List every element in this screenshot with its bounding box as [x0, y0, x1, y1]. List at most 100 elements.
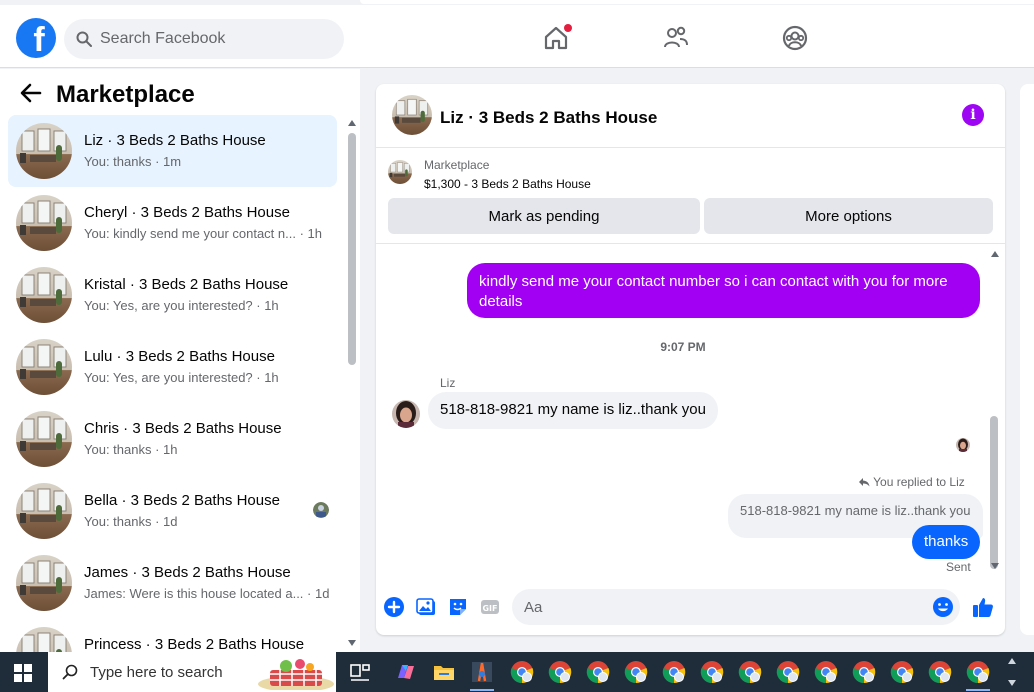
conversation-name: James · 3 Beds 2 Baths House — [84, 564, 291, 581]
conversation-item[interactable]: James · 3 Beds 2 Baths House James: Were… — [8, 547, 337, 619]
windows-start-icon[interactable] — [14, 664, 32, 682]
scroll-up-arrow-icon[interactable] — [991, 251, 999, 257]
conversation-preview: You: thanks · 1m — [84, 154, 182, 169]
sender-name: Liz — [440, 376, 456, 390]
taskbar-search-input[interactable] — [90, 663, 250, 681]
conversation-preview: You: thanks · 1h — [84, 442, 178, 457]
message-timestamp: 9:07 PM — [660, 340, 706, 354]
conversation-name: Cheryl · 3 Beds 2 Baths House — [84, 204, 290, 221]
message-input[interactable] — [512, 589, 960, 625]
pinned-app-icon[interactable] — [470, 660, 494, 684]
listing-thumbnail — [16, 123, 72, 179]
chrome-icon[interactable] — [662, 660, 686, 684]
task-view-icon[interactable] — [348, 660, 372, 684]
logo-letter: f — [33, 21, 45, 58]
conversation-name: Chris · 3 Beds 2 Baths House — [84, 420, 282, 437]
browser-edge-pill — [360, 0, 1034, 4]
chrome-icon[interactable] — [852, 660, 876, 684]
listing-banner: Marketplace $1,300 - 3 Beds 2 Baths Hous… — [376, 148, 1005, 244]
chat-avatar[interactable] — [392, 95, 432, 135]
back-arrow-icon[interactable] — [20, 83, 42, 103]
search-box[interactable] — [64, 19, 344, 59]
taskbar-scroll-up-icon[interactable] — [1008, 658, 1016, 664]
chrome-icon[interactable] — [624, 660, 648, 684]
message-thread: kindly send me your contact number so i … — [376, 245, 1005, 580]
reply-arrow-icon — [859, 478, 870, 487]
conversation-item[interactable]: Cheryl · 3 Beds 2 Baths House You: kindl… — [8, 187, 337, 259]
chrome-icon[interactable] — [776, 660, 800, 684]
more-options-button[interactable]: More options — [704, 198, 993, 234]
search-highlight-picnic-icon — [258, 659, 334, 690]
active-app-indicator — [470, 689, 494, 691]
conversation-item[interactable]: Chris · 3 Beds 2 Baths House You: thanks… — [8, 403, 337, 475]
groups-icon[interactable] — [781, 24, 809, 52]
chrome-icon[interactable] — [700, 660, 724, 684]
file-explorer-icon[interactable] — [432, 660, 456, 684]
conversation-name: Kristal · 3 Beds 2 Baths House — [84, 276, 289, 293]
chat-header: Liz · 3 Beds 2 Baths House i — [376, 84, 1005, 148]
chrome-icon[interactable] — [966, 660, 990, 684]
conversation-preview: You: Yes, are you interested? · 1h — [84, 298, 279, 313]
notification-dot — [564, 24, 572, 32]
photo-icon[interactable] — [415, 596, 437, 618]
chat-window: Liz · 3 Beds 2 Baths House i Marketplace… — [376, 84, 1005, 635]
listing-thumbnail — [16, 339, 72, 395]
conversation-name: Liz · 3 Beds 2 Baths House — [84, 132, 266, 149]
conversation-preview: You: Yes, are you interested? · 1h — [84, 370, 279, 385]
like-thumb-icon[interactable] — [972, 596, 994, 618]
conversation-item[interactable]: Bella · 3 Beds 2 Baths House You: thanks… — [8, 475, 337, 547]
active-app-indicator — [966, 689, 990, 691]
info-icon[interactable]: i — [962, 104, 984, 126]
gif-icon[interactable]: GIF — [479, 596, 501, 618]
chrome-icon[interactable] — [814, 660, 838, 684]
taskbar-scroll-down-icon[interactable] — [1008, 680, 1016, 686]
thread-scrollbar-thumb[interactable] — [990, 416, 998, 569]
read-receipt-avatar — [956, 438, 970, 452]
listing-thumbnail — [16, 555, 72, 611]
conversation-item[interactable]: Liz · 3 Beds 2 Baths House You: thanks ·… — [8, 115, 337, 187]
listing-thumbnail — [16, 411, 72, 467]
conversation-item[interactable]: Princess · 3 Beds 2 Baths House — [8, 619, 337, 652]
facebook-logo-icon[interactable]: f — [16, 18, 56, 58]
list-scrollbar-thumb[interactable] — [348, 133, 356, 365]
conversation-item[interactable]: Lulu · 3 Beds 2 Baths House You: Yes, ar… — [8, 331, 337, 403]
chrome-icon[interactable] — [586, 660, 610, 684]
message-composer: GIF — [376, 584, 1005, 635]
sender-avatar[interactable] — [392, 400, 420, 428]
emoji-icon[interactable] — [932, 596, 954, 618]
chat-title[interactable]: Liz · 3 Beds 2 Baths House — [440, 108, 657, 128]
outgoing-message[interactable]: kindly send me your contact number so i … — [467, 263, 980, 318]
listing-thumbnail — [16, 267, 72, 323]
chrome-icon[interactable] — [928, 660, 952, 684]
chrome-icon[interactable] — [510, 660, 534, 684]
friends-icon[interactable] — [662, 24, 690, 52]
sticker-icon[interactable] — [447, 596, 469, 618]
scroll-up-arrow-icon[interactable] — [348, 120, 356, 126]
marketplace-conversation-list: Marketplace Liz · 3 Beds 2 Baths House Y… — [0, 69, 360, 652]
search-icon — [62, 664, 78, 680]
chrome-icon[interactable] — [548, 660, 572, 684]
conversation-item[interactable]: Kristal · 3 Beds 2 Baths House You: Yes,… — [8, 259, 337, 331]
top-navigation-bar: f — [0, 0, 1034, 68]
copilot-icon[interactable] — [394, 660, 418, 684]
chrome-icon[interactable] — [890, 660, 914, 684]
listing-label: Marketplace — [424, 158, 490, 172]
listing-description[interactable]: $1,300 - 3 Beds 2 Baths House — [424, 177, 591, 191]
list-header: Marketplace — [0, 69, 360, 115]
search-icon — [76, 31, 92, 47]
conversation-preview: You: kindly send me your contact n... · … — [84, 226, 322, 241]
listing-thumbnail — [16, 627, 72, 652]
add-plus-icon[interactable] — [383, 596, 405, 618]
conversation-name: Bella · 3 Beds 2 Baths House — [84, 492, 280, 509]
outgoing-message[interactable]: thanks — [912, 525, 981, 559]
svg-text:GIF: GIF — [482, 604, 497, 613]
chrome-icon[interactable] — [738, 660, 762, 684]
listing-thumbnail — [388, 160, 412, 184]
search-input[interactable] — [100, 30, 320, 48]
scroll-down-arrow-icon[interactable] — [348, 640, 356, 646]
reply-indicator: You replied to Liz — [858, 475, 965, 489]
mark-as-pending-button[interactable]: Mark as pending — [388, 198, 700, 234]
incoming-message[interactable]: 518-818-9821 my name is liz..thank you — [428, 392, 718, 429]
scroll-down-arrow-icon[interactable] — [991, 563, 999, 569]
conversation-preview: You: thanks · 1d — [84, 514, 178, 529]
